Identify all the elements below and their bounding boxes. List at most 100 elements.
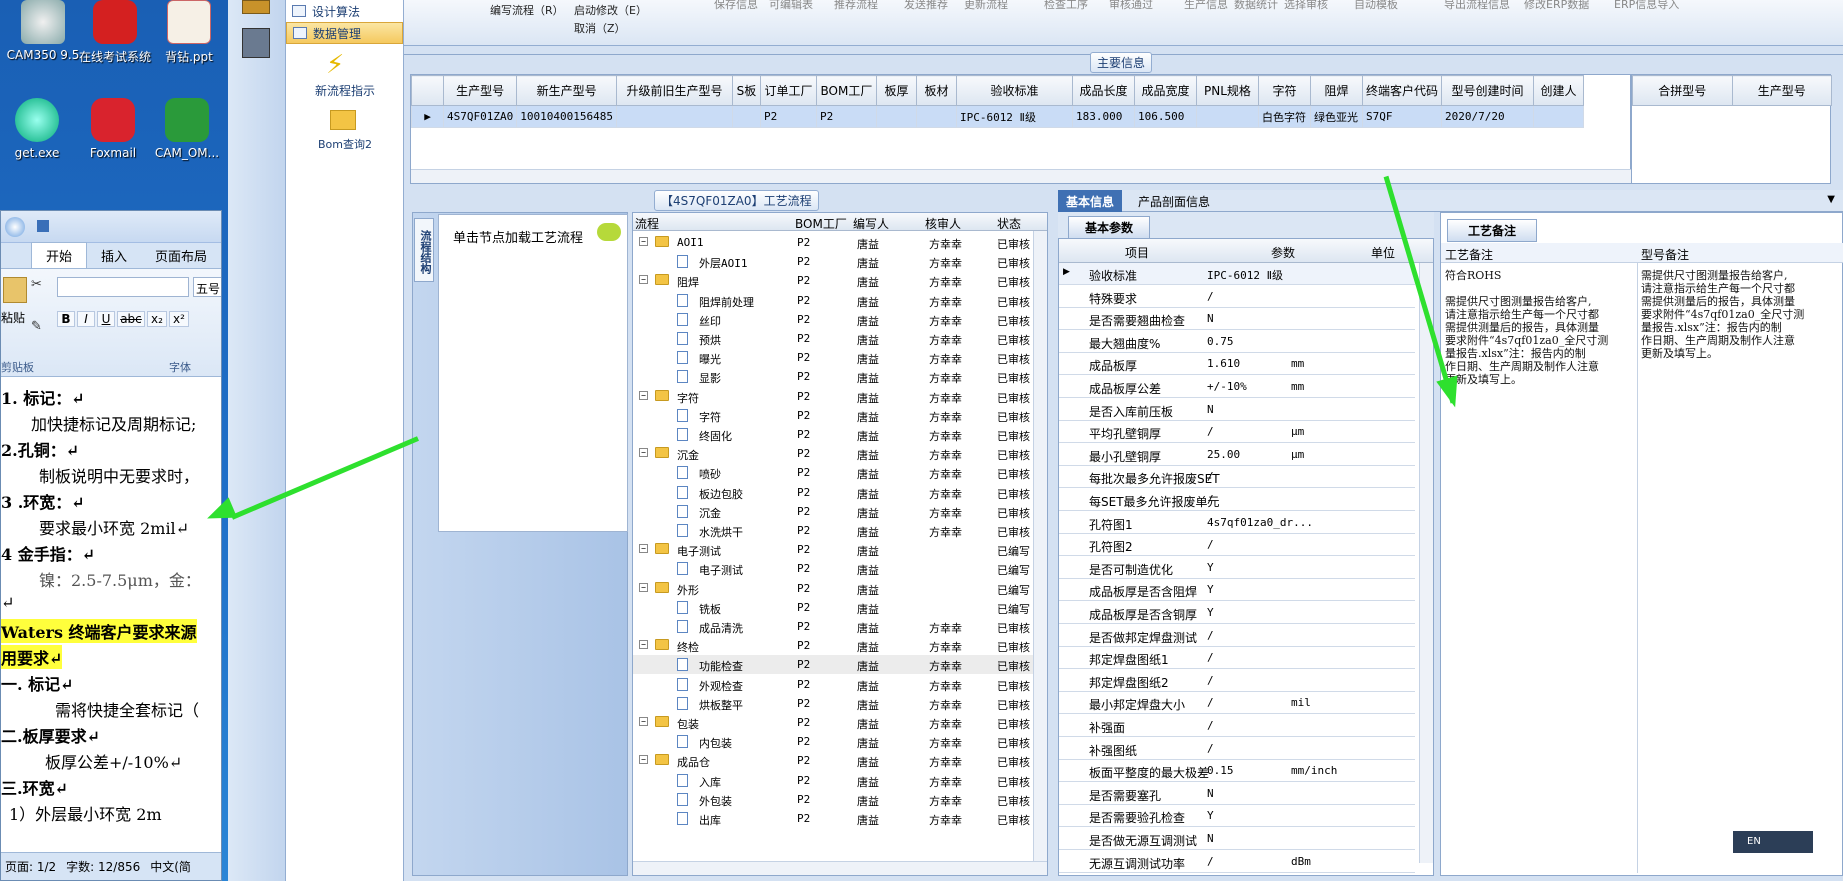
- tree-row[interactable]: − AOI1 P2 唐益 方幸幸 已审核: [633, 233, 1043, 252]
- toolbar-item[interactable]: 选择审核: [1284, 0, 1328, 12]
- strikethrough-button[interactable]: abc: [117, 311, 145, 327]
- main-col-header[interactable]: 板厚: [875, 75, 917, 106]
- param-row[interactable]: 成品板厚是否含阻焊 Y: [1059, 579, 1415, 602]
- param-value[interactable]: IPC-6012 Ⅱ级: [1207, 267, 1283, 283]
- merge-col-header[interactable]: 生产型号: [1731, 75, 1832, 106]
- collapse-icon[interactable]: −: [639, 755, 648, 765]
- collapse-icon[interactable]: −: [639, 717, 648, 726]
- main-col-header[interactable]: 阻焊: [1309, 75, 1363, 106]
- nav-design-algorithm[interactable]: 设计算法: [286, 0, 403, 22]
- toolbar-item[interactable]: 审核通过: [1109, 0, 1153, 12]
- tab-flow-structure[interactable]: 流程结构: [414, 218, 434, 282]
- font-size-select[interactable]: 五号: [193, 277, 221, 297]
- bom-query-button[interactable]: Bom查询2: [286, 136, 404, 152]
- tree-col-factory[interactable]: BOM工厂: [795, 215, 847, 232]
- params-col-unit[interactable]: 单位: [1371, 244, 1395, 261]
- collapse-icon[interactable]: −: [639, 640, 648, 650]
- tree-row[interactable]: − 终检 P2 唐益 方幸幸 已审核: [633, 636, 1043, 655]
- toolbar-item[interactable]: 数据统计: [1234, 0, 1278, 12]
- main-col-header[interactable]: 生产型号: [442, 75, 518, 106]
- param-value[interactable]: /: [1207, 651, 1214, 664]
- paste-icon[interactable]: [3, 277, 27, 303]
- tree-row[interactable]: − 包装 P2 唐益 方幸幸 已审核: [633, 713, 1043, 732]
- main-cell[interactable]: 183.000: [1071, 105, 1135, 128]
- main-cell[interactable]: S7QF: [1361, 105, 1442, 128]
- tree-row[interactable]: 铣板 P2 唐益 已编写: [633, 598, 1043, 617]
- collapse-icon[interactable]: −: [639, 544, 648, 554]
- subscript-button[interactable]: x₂: [147, 311, 167, 327]
- param-value[interactable]: Y: [1207, 561, 1214, 574]
- toolbar-item[interactable]: 发送推荐: [904, 0, 948, 12]
- tree-row[interactable]: − 成品仓 P2 唐益 方幸幸 已审核: [633, 751, 1043, 770]
- main-col-header[interactable]: 字符: [1257, 75, 1311, 106]
- ime-indicator[interactable]: EN: [1733, 831, 1813, 853]
- param-value[interactable]: 1.610: [1207, 357, 1240, 370]
- toolbar-item[interactable]: 检查工序: [1044, 0, 1088, 12]
- params-col-value[interactable]: 参数: [1271, 244, 1295, 261]
- param-row[interactable]: 是否可制造优化 Y: [1059, 557, 1415, 579]
- param-row[interactable]: 孔符图2 /: [1059, 534, 1415, 557]
- tree-row[interactable]: − 沉金 P2 唐益 方幸幸 已审核: [633, 444, 1043, 463]
- office-button-icon[interactable]: [5, 217, 25, 237]
- param-value[interactable]: /: [1207, 493, 1214, 506]
- param-row[interactable]: 孔符图1 4s7qf01za0_dr...: [1059, 512, 1415, 534]
- main-col-header[interactable]: 成品长度: [1071, 75, 1135, 106]
- folder-icon[interactable]: [242, 0, 270, 14]
- tree-col-writer[interactable]: 编写人: [853, 215, 889, 232]
- merge-col-header[interactable]: 合拼型号: [1632, 75, 1733, 106]
- tree-row[interactable]: 出库 P2 唐益 方幸幸 已审核: [633, 809, 1043, 828]
- toolbar-item[interactable]: 生产信息: [1184, 0, 1228, 12]
- tree-row[interactable]: 曝光 P2 唐益 方幸幸 已审核: [633, 348, 1043, 367]
- tree-row[interactable]: 入库 P2 唐益 方幸幸 已审核: [633, 771, 1043, 790]
- open-folder-icon[interactable]: [330, 110, 356, 130]
- param-row[interactable]: 每SET最多允许报废单元 /: [1059, 489, 1415, 511]
- param-value[interactable]: N: [1207, 832, 1214, 845]
- collapse-icon[interactable]: −: [639, 582, 648, 592]
- desktop-icon-ppt[interactable]: 背钻.ppt: [146, 0, 228, 65]
- toolbar-item[interactable]: 更新流程: [964, 0, 1008, 12]
- tab-page-layout[interactable]: 页面布局: [141, 243, 221, 268]
- nav-data-management[interactable]: 数据管理: [286, 22, 403, 44]
- param-value[interactable]: +/-10%: [1207, 380, 1247, 393]
- tree-row[interactable]: 外观检查 P2 唐益 方幸幸 已审核: [633, 675, 1043, 694]
- param-value[interactable]: /: [1207, 425, 1214, 438]
- tree-row[interactable]: 显影 P2 唐益 方幸幸 已审核: [633, 367, 1043, 386]
- main-cell[interactable]: [615, 105, 733, 128]
- tree-row[interactable]: 功能检查 P2 唐益 方幸幸 已审核: [633, 655, 1043, 675]
- param-row[interactable]: ▶ 验收标准 IPC-6012 Ⅱ级: [1059, 263, 1415, 285]
- main-cell[interactable]: P2: [759, 105, 817, 128]
- italic-button[interactable]: I: [77, 311, 95, 327]
- tree-row[interactable]: 喷砂 P2 唐益 方幸幸 已审核: [633, 463, 1043, 482]
- flow-hint-box[interactable]: 单击节点加载工艺流程: [438, 214, 628, 532]
- param-value[interactable]: /: [1207, 855, 1214, 868]
- main-cell[interactable]: 10010400156485: [516, 105, 617, 128]
- tab-home[interactable]: 开始: [31, 242, 87, 268]
- tree-col-reviewer[interactable]: 核审人: [925, 215, 961, 232]
- save-icon[interactable]: [37, 220, 49, 232]
- param-value[interactable]: /: [1207, 719, 1214, 732]
- main-cell[interactable]: 绿色亚光: [1309, 105, 1363, 128]
- main-col-header[interactable]: 新生产型号: [516, 75, 617, 106]
- main-cell[interactable]: [875, 105, 917, 128]
- main-col-header[interactable]: 型号创建时间: [1440, 75, 1534, 106]
- main-col-header[interactable]: 终端客户代码: [1361, 75, 1442, 106]
- tab-process-notes[interactable]: 工艺备注: [1447, 219, 1538, 242]
- param-row[interactable]: 成品板厚 1.610 mm: [1059, 353, 1415, 376]
- param-value[interactable]: /: [1207, 629, 1214, 642]
- word-document[interactable]: 1. 标记：↵ 加快捷标记及周期标记; 2.孔铜：↵ 制板说明中无要求时， 3 …: [1, 377, 221, 847]
- param-row[interactable]: 是否需要翘曲检查 N: [1059, 308, 1415, 331]
- calculator-icon[interactable]: [242, 28, 270, 58]
- superscript-button[interactable]: x²: [169, 311, 189, 327]
- main-col-header[interactable]: BOM工厂: [815, 75, 877, 106]
- param-value[interactable]: /: [1207, 290, 1214, 303]
- param-row[interactable]: 是否入库前压板 N: [1059, 399, 1415, 421]
- main-cell[interactable]: [1195, 105, 1259, 128]
- param-row[interactable]: 是否需要塞孔 N: [1059, 783, 1415, 805]
- tree-row[interactable]: 外层AOI1 P2 唐益 方幸幸 已审核: [633, 252, 1043, 271]
- toolbar-item[interactable]: 启动修改（E）: [574, 2, 647, 18]
- lightning-icon[interactable]: ⚡: [326, 50, 344, 80]
- main-col-header[interactable]: 板材: [915, 75, 957, 106]
- param-value[interactable]: 4s7qf01za0_dr...: [1207, 516, 1313, 529]
- main-col-header[interactable]: PNL规格: [1195, 75, 1259, 106]
- toolbar-item[interactable]: ERP信息导入: [1614, 0, 1679, 12]
